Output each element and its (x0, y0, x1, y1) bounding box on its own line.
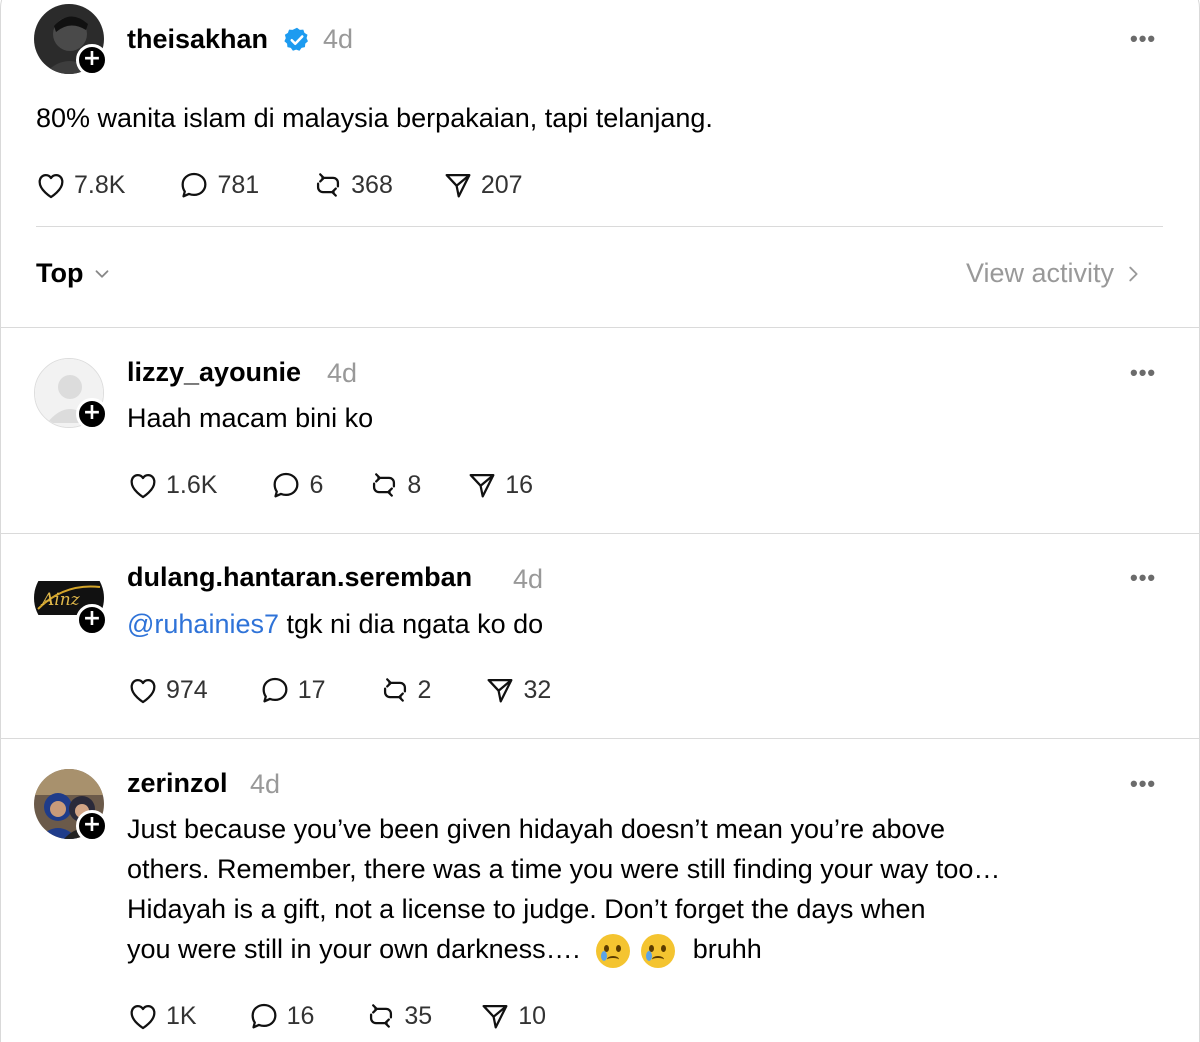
like-button[interactable]: 974 (126, 673, 208, 707)
repost-button[interactable]: 368 (311, 168, 393, 202)
view-activity-link[interactable]: View activity (966, 258, 1144, 289)
more-options-icon[interactable]: ••• (1130, 360, 1156, 386)
share-button[interactable]: 10 (478, 999, 546, 1033)
comment-body: tgk ni dia ngata ko do (279, 609, 544, 639)
post-text: 80% wanita islam di malaysia berpakaian,… (36, 103, 713, 133)
more-options-icon[interactable]: ••• (1130, 771, 1156, 797)
like-count: 7.8K (74, 170, 126, 199)
heart-icon (130, 1004, 156, 1030)
share-button[interactable]: 32 (483, 673, 551, 707)
comment-line: Just because you’ve been given hidayah d… (127, 814, 946, 844)
chevron-down-icon (96, 269, 109, 278)
reply-count: 781 (217, 170, 260, 199)
comment-line: you were still in your own darkness…. (127, 934, 581, 964)
repost-count: 368 (351, 170, 393, 199)
follow-plus-icon[interactable]: + (76, 810, 108, 842)
comment-text: Just because you’ve been given hidayah d… (127, 809, 1000, 969)
reply-count: 17 (297, 675, 326, 704)
divider (36, 226, 1163, 227)
comment-text: Haah macam bini ko (127, 403, 374, 433)
speech-bubble-icon (262, 677, 288, 703)
chevron-right-icon (1129, 266, 1138, 281)
divider (0, 327, 1200, 328)
crying-face-emoji-icon (595, 933, 630, 968)
heart-icon (130, 678, 156, 704)
repost-count: 8 (407, 470, 422, 499)
like-button[interactable]: 1.6K (126, 468, 217, 502)
follow-plus-icon[interactable]: + (76, 398, 108, 430)
paper-plane-icon (487, 678, 513, 703)
comment-time: 4d (513, 564, 544, 594)
more-options-icon[interactable]: ••• (1130, 26, 1156, 52)
comment-line: others. Remember, there was a time you w… (127, 854, 1001, 884)
share-count: 10 (518, 1001, 547, 1030)
repost-count: 35 (404, 1001, 433, 1030)
comment-time: 4d (250, 769, 281, 799)
paper-plane-icon (469, 473, 495, 498)
divider (0, 533, 1200, 534)
divider (0, 738, 1200, 739)
share-button[interactable]: 16 (465, 468, 533, 502)
comment-tail: bruhh (692, 934, 762, 964)
comment-actions: 1K 16 35 10 (126, 998, 594, 1034)
share-count: 207 (480, 170, 523, 199)
speech-bubble-icon (273, 472, 299, 498)
repost-count: 2 (417, 675, 432, 704)
like-button[interactable]: 1K (126, 999, 197, 1033)
comment-line-last: you were still in your own darkness…. br… (127, 929, 1000, 969)
repost-button[interactable]: 8 (367, 468, 421, 502)
reply-count: 16 (286, 1001, 315, 1030)
comment-username[interactable]: zerinzol (127, 768, 228, 799)
heart-icon (38, 173, 64, 199)
crying-face-emoji-icon (641, 933, 676, 968)
avatar-logo-text: Ainz (40, 590, 81, 610)
heart-icon (130, 473, 156, 499)
comment-time: 4d (327, 358, 358, 388)
post-username[interactable]: theisakhan (127, 24, 268, 55)
like-count: 1K (166, 1001, 197, 1030)
comment-actions: 974 17 2 32 (126, 672, 599, 708)
sort-dropdown[interactable]: Top (36, 258, 113, 289)
repost-button[interactable]: 2 (378, 673, 432, 707)
reply-button[interactable]: 6 (269, 468, 323, 502)
reply-button[interactable]: 781 (177, 168, 259, 202)
more-options-icon[interactable]: ••• (1130, 565, 1156, 591)
post-time: 4d (323, 24, 354, 54)
view-activity-label: View activity (965, 258, 1114, 288)
post-actions: 7.8K 781 368 207 (34, 167, 571, 203)
verified-badge-icon (284, 27, 308, 51)
comment-actions: 1.6K 6 8 16 (126, 467, 581, 503)
paper-plane-icon (445, 173, 471, 198)
like-count: 974 (166, 675, 208, 704)
reply-button[interactable]: 16 (247, 999, 315, 1033)
like-button[interactable]: 7.8K (34, 168, 125, 202)
like-count: 1.6K (166, 470, 218, 499)
comment-text: @ruhainies7 tgk ni dia ngata ko do (127, 604, 543, 644)
mention-link[interactable]: @ruhainies7 (127, 609, 279, 639)
comment-line: Hidayah is a gift, not a license to judg… (127, 894, 926, 924)
follow-plus-icon[interactable]: + (76, 604, 108, 636)
share-count: 32 (523, 675, 552, 704)
sort-label: Top (36, 258, 84, 288)
repost-icon (373, 473, 396, 497)
follow-plus-icon[interactable]: + (76, 44, 108, 76)
share-button[interactable]: 207 (441, 168, 523, 202)
speech-bubble-icon (181, 172, 207, 198)
repost-icon (370, 1004, 393, 1028)
repost-icon (383, 678, 406, 702)
reply-count: 6 (309, 470, 324, 499)
repost-button[interactable]: 35 (364, 999, 432, 1033)
share-count: 16 (505, 470, 534, 499)
paper-plane-icon (482, 1004, 508, 1029)
comment-username[interactable]: lizzy_ayounie (127, 357, 301, 388)
comment-username[interactable]: dulang.hantaran.seremban (127, 562, 472, 593)
speech-bubble-icon (251, 1003, 277, 1029)
reply-button[interactable]: 17 (258, 673, 326, 707)
repost-icon (317, 173, 340, 197)
